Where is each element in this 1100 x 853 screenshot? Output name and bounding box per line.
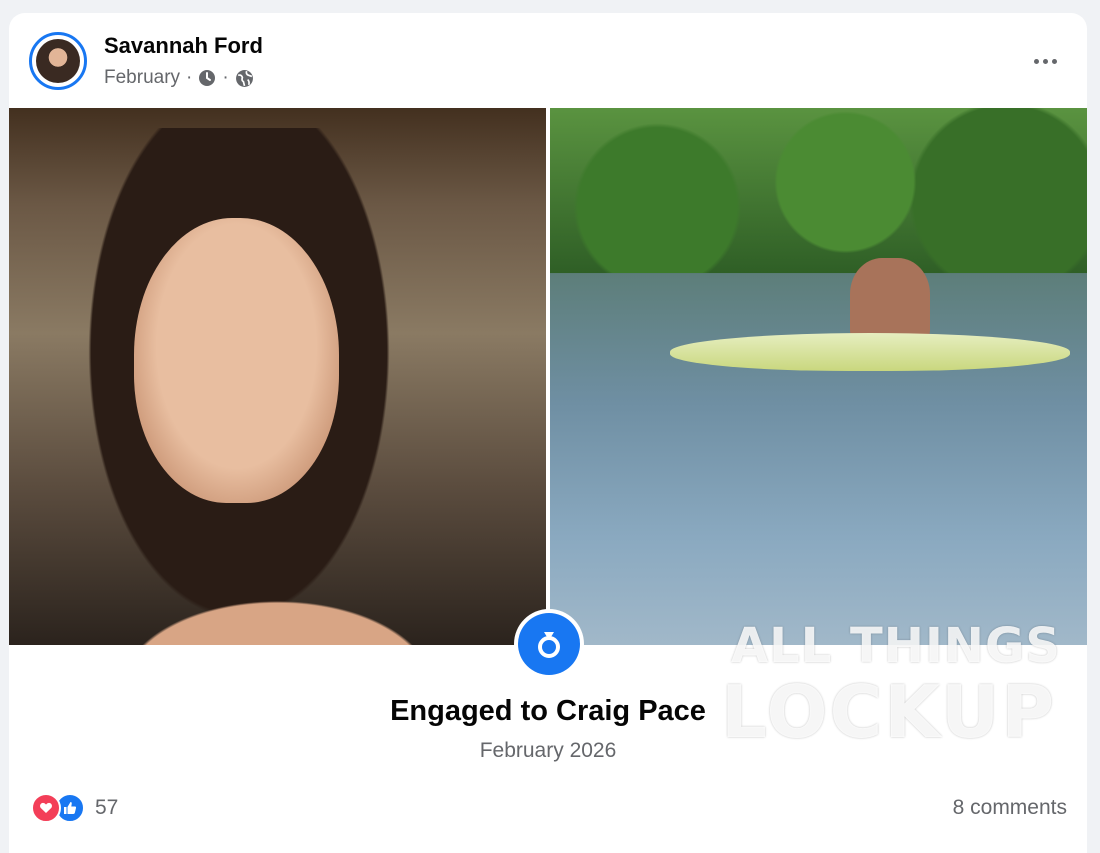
photo-trees	[550, 108, 1087, 273]
life-event-date: February 2026	[479, 739, 617, 762]
photo-face	[134, 218, 339, 503]
meta-separator: ·	[222, 67, 229, 88]
photo-left[interactable]	[9, 108, 546, 645]
post-card: Savannah Ford February · · ALL THINGS LO…	[9, 13, 1087, 853]
more-dot-icon	[1042, 58, 1048, 64]
love-reaction-icon	[31, 793, 61, 823]
clock-icon	[199, 70, 216, 86]
meta-separator: ·	[186, 67, 193, 88]
photo-shoulder	[9, 538, 546, 645]
photo-right[interactable]	[550, 108, 1087, 645]
comments-count-link[interactable]: 8 comments	[953, 796, 1067, 820]
more-dot-icon	[1051, 58, 1057, 64]
life-event-title: Engaged to Craig Pace	[390, 695, 706, 727]
post-timestamp[interactable]: February	[104, 67, 180, 89]
watermark-line1: ALL THINGS	[731, 618, 1061, 674]
reaction-count: 57	[95, 796, 119, 819]
author-avatar[interactable]	[29, 32, 87, 90]
author-name[interactable]: Savannah Ford	[104, 33, 263, 59]
life-event-badge	[514, 609, 584, 679]
globe-icon[interactable]	[235, 69, 254, 88]
more-options-button[interactable]	[1025, 49, 1065, 73]
ring-icon	[518, 613, 580, 675]
post-meta: February · ·	[104, 67, 254, 89]
photo-kayak	[670, 333, 1070, 371]
avatar-image	[36, 39, 80, 83]
reactions-summary[interactable]: 57	[31, 793, 118, 823]
more-dot-icon	[1033, 58, 1039, 64]
